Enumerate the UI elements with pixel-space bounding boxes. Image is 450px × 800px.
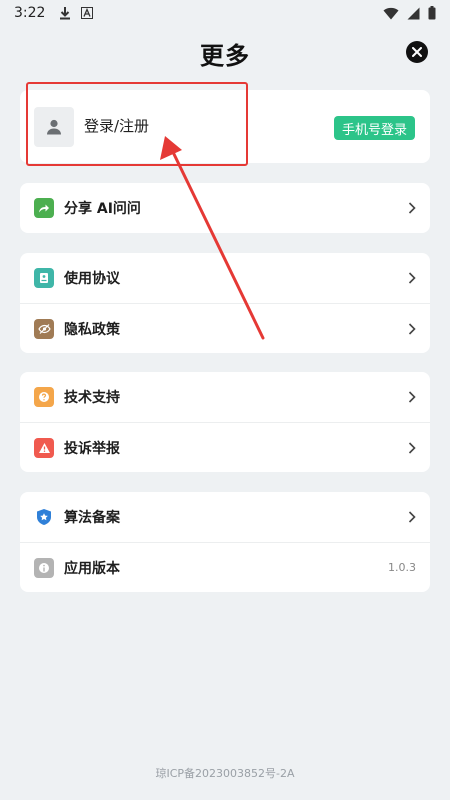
menu-item-terms[interactable]: 使用协议 (20, 253, 430, 303)
avatar (34, 107, 74, 147)
eye-off-icon (34, 318, 54, 339)
menu-item-label: 技术支持 (64, 390, 120, 406)
chevron-right-icon (408, 511, 416, 523)
phone-login-button[interactable]: 手机号登录 (333, 116, 415, 140)
shield-icon (34, 507, 54, 527)
person-icon (47, 119, 61, 135)
menu-group-share: 分享 AI问问 (20, 183, 430, 233)
menu-item-label: 算法备案 (64, 510, 120, 526)
warning-icon (34, 437, 54, 458)
chevron-right-icon (408, 202, 416, 214)
menu-item-support[interactable]: 技术支持 (20, 372, 430, 422)
status-bar: 3:22 (0, 0, 450, 26)
battery-icon (428, 6, 436, 20)
close-icon (412, 47, 422, 57)
login-register-link[interactable]: 登录/注册 (84, 115, 149, 136)
font-icon (81, 7, 94, 19)
chevron-right-icon (408, 441, 416, 454)
close-button[interactable] (406, 41, 428, 63)
menu-item-privacy[interactable]: 隐私政策 (20, 303, 430, 353)
chevron-right-icon (408, 391, 416, 403)
signal-icon (407, 7, 420, 19)
download-icon (60, 7, 71, 20)
wifi-icon (383, 7, 399, 19)
menu-item-share[interactable]: 分享 AI问问 (20, 183, 430, 233)
help-icon (34, 387, 54, 407)
menu-item-label: 投诉举报 (64, 440, 120, 457)
menu-item-report[interactable]: 投诉举报 (20, 422, 430, 472)
menu-item-label: 使用协议 (64, 271, 120, 287)
page-title: 更多 (200, 41, 250, 70)
menu-group-about: 算法备案 应用版本 1.0.3 (20, 492, 430, 592)
header: 更多 (0, 30, 450, 76)
menu-item-app-version: 应用版本 1.0.3 (20, 542, 430, 592)
menu-item-label: 分享 AI问问 (64, 201, 141, 217)
document-icon (34, 268, 54, 288)
menu-item-label: 应用版本 (64, 560, 120, 577)
chevron-right-icon (408, 272, 416, 284)
icp-footer: 琼ICP备2023003852号-2A (155, 767, 295, 780)
menu-group-support: 技术支持 投诉举报 (20, 372, 430, 472)
share-icon (34, 198, 54, 218)
menu-group-legal: 使用协议 隐私政策 (20, 253, 430, 353)
login-card[interactable]: 登录/注册 手机号登录 (20, 90, 430, 163)
chevron-right-icon (408, 322, 416, 335)
menu-item-algorithm-filing[interactable]: 算法备案 (20, 492, 430, 542)
menu-item-label: 隐私政策 (64, 321, 120, 338)
status-time: 3:22 (14, 5, 46, 21)
info-icon (34, 557, 54, 578)
version-value: 1.0.3 (388, 561, 416, 574)
